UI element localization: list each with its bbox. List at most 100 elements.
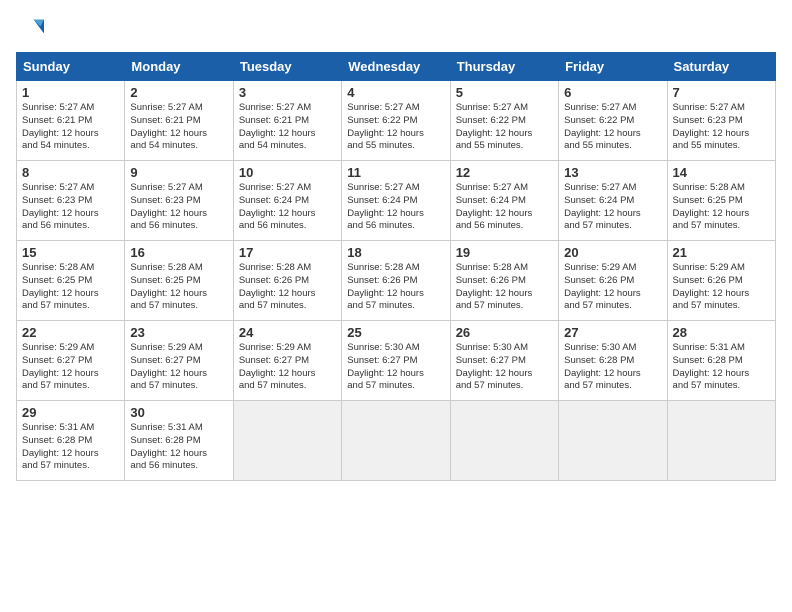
day-info: Sunrise: 5:27 AM Sunset: 6:24 PM Dayligh…: [564, 182, 661, 233]
calendar-day: 5Sunrise: 5:27 AM Sunset: 6:22 PM Daylig…: [450, 81, 558, 161]
day-number: 9: [130, 165, 227, 180]
day-number: 12: [456, 165, 553, 180]
day-info: Sunrise: 5:27 AM Sunset: 6:23 PM Dayligh…: [673, 102, 770, 153]
calendar-day: 12 Sunrise: 5:27 AM Sunset: 6:24 PM Dayli…: [450, 161, 558, 241]
day-number: 29: [22, 405, 119, 420]
day-number: 27: [564, 325, 661, 340]
day-info: Sunrise: 5:27 AM Sunset: 6:21 PM Dayligh…: [239, 102, 336, 153]
calendar-day: 26 Sunrise: 5:30 AM Sunset: 6:27 PM Dayli…: [450, 321, 558, 401]
calendar-day: 30Sunrise: 5:31 AM Sunset: 6:28 PM Dayli…: [125, 401, 233, 481]
day-number: 13: [564, 165, 661, 180]
day-number: 1: [22, 85, 119, 100]
calendar-day: 16Sunrise: 5:28 AM Sunset: 6:25 PM Dayli…: [125, 241, 233, 321]
calendar-day: 18 Sunrise: 5:28 AM Sunset: 6:26 PM Dayli…: [342, 241, 450, 321]
day-number: 5: [456, 85, 553, 100]
day-number: 19: [456, 245, 553, 260]
logo-icon: [16, 16, 44, 44]
day-info: Sunrise: 5:31 AM Sunset: 6:28 PM Dayligh…: [22, 422, 119, 473]
day-number: 28: [673, 325, 770, 340]
day-number: 25: [347, 325, 444, 340]
day-number: 26: [456, 325, 553, 340]
calendar-week-5: 29 Sunrise: 5:31 AM Sunset: 6:28 PM Dayli…: [17, 401, 776, 481]
calendar-day: 27 Sunrise: 5:30 AM Sunset: 6:28 PM Dayli…: [559, 321, 667, 401]
day-number: 21: [673, 245, 770, 260]
calendar-week-2: 8 Sunrise: 5:27 AM Sunset: 6:23 PM Daylig…: [17, 161, 776, 241]
calendar-day: 24Sunrise: 5:29 AM Sunset: 6:27 PM Dayli…: [233, 321, 341, 401]
calendar-table: SundayMondayTuesdayWednesdayThursdayFrid…: [16, 52, 776, 481]
day-info: Sunrise: 5:27 AM Sunset: 6:22 PM Dayligh…: [564, 102, 661, 153]
calendar-day: 6 Sunrise: 5:27 AM Sunset: 6:22 PM Daylig…: [559, 81, 667, 161]
day-header-monday: Monday: [125, 53, 233, 81]
day-number: 14: [673, 165, 770, 180]
day-info: Sunrise: 5:27 AM Sunset: 6:24 PM Dayligh…: [239, 182, 336, 233]
day-header-thursday: Thursday: [450, 53, 558, 81]
day-number: 22: [22, 325, 119, 340]
day-info: Sunrise: 5:27 AM Sunset: 6:24 PM Dayligh…: [456, 182, 553, 233]
calendar-day: 1 Sunrise: 5:27 AM Sunset: 6:21 PM Daylig…: [17, 81, 125, 161]
day-info: Sunrise: 5:27 AM Sunset: 6:21 PM Dayligh…: [22, 102, 119, 153]
calendar-day: 23 Sunrise: 5:29 AM Sunset: 6:27 PM Dayli…: [125, 321, 233, 401]
day-number: 20: [564, 245, 661, 260]
calendar-day: 4 Sunrise: 5:27 AM Sunset: 6:22 PM Daylig…: [342, 81, 450, 161]
calendar-day: 2 Sunrise: 5:27 AM Sunset: 6:21 PM Daylig…: [125, 81, 233, 161]
day-number: 6: [564, 85, 661, 100]
day-number: 10: [239, 165, 336, 180]
day-number: 17: [239, 245, 336, 260]
day-info: Sunrise: 5:28 AM Sunset: 6:25 PM Dayligh…: [22, 262, 119, 313]
calendar-day: [450, 401, 558, 481]
day-number: 16: [130, 245, 227, 260]
day-info: Sunrise: 5:27 AM Sunset: 6:22 PM Dayligh…: [347, 102, 444, 153]
day-info: Sunrise: 5:31 AM Sunset: 6:28 PM Dayligh…: [130, 422, 227, 473]
day-info: Sunrise: 5:31 AM Sunset: 6:28 PM Dayligh…: [673, 342, 770, 393]
day-number: 2: [130, 85, 227, 100]
calendar-day: [233, 401, 341, 481]
day-info: Sunrise: 5:28 AM Sunset: 6:26 PM Dayligh…: [347, 262, 444, 313]
day-info: Sunrise: 5:29 AM Sunset: 6:26 PM Dayligh…: [673, 262, 770, 313]
header: [16, 16, 776, 44]
day-info: Sunrise: 5:29 AM Sunset: 6:26 PM Dayligh…: [564, 262, 661, 313]
day-info: Sunrise: 5:27 AM Sunset: 6:23 PM Dayligh…: [22, 182, 119, 233]
calendar-week-1: 1 Sunrise: 5:27 AM Sunset: 6:21 PM Daylig…: [17, 81, 776, 161]
day-header-sunday: Sunday: [17, 53, 125, 81]
calendar-day: 21 Sunrise: 5:29 AM Sunset: 6:26 PM Dayli…: [667, 241, 775, 321]
calendar-day: 10 Sunrise: 5:27 AM Sunset: 6:24 PM Dayli…: [233, 161, 341, 241]
calendar-day: 3Sunrise: 5:27 AM Sunset: 6:21 PM Daylig…: [233, 81, 341, 161]
day-info: Sunrise: 5:28 AM Sunset: 6:26 PM Dayligh…: [456, 262, 553, 313]
day-number: 15: [22, 245, 119, 260]
day-number: 24: [239, 325, 336, 340]
day-number: 7: [673, 85, 770, 100]
calendar-day: 17 Sunrise: 5:28 AM Sunset: 6:26 PM Dayli…: [233, 241, 341, 321]
calendar-day: 13 Sunrise: 5:27 AM Sunset: 6:24 PM Dayli…: [559, 161, 667, 241]
day-header-tuesday: Tuesday: [233, 53, 341, 81]
calendar-day: 20 Sunrise: 5:29 AM Sunset: 6:26 PM Dayli…: [559, 241, 667, 321]
calendar-day: 22 Sunrise: 5:29 AM Sunset: 6:27 PM Dayli…: [17, 321, 125, 401]
calendar-day: 19 Sunrise: 5:28 AM Sunset: 6:26 PM Dayli…: [450, 241, 558, 321]
day-info: Sunrise: 5:27 AM Sunset: 6:23 PM Dayligh…: [130, 182, 227, 233]
day-info: Sunrise: 5:28 AM Sunset: 6:25 PM Dayligh…: [673, 182, 770, 233]
day-info: Sunrise: 5:30 AM Sunset: 6:27 PM Dayligh…: [347, 342, 444, 393]
day-info: Sunrise: 5:29 AM Sunset: 6:27 PM Dayligh…: [22, 342, 119, 393]
logo: [16, 16, 44, 44]
day-number: 11: [347, 165, 444, 180]
day-number: 4: [347, 85, 444, 100]
calendar-day: 7 Sunrise: 5:27 AM Sunset: 6:23 PM Daylig…: [667, 81, 775, 161]
day-number: 23: [130, 325, 227, 340]
day-info: Sunrise: 5:30 AM Sunset: 6:28 PM Dayligh…: [564, 342, 661, 393]
day-number: 8: [22, 165, 119, 180]
calendar-week-4: 22 Sunrise: 5:29 AM Sunset: 6:27 PM Dayli…: [17, 321, 776, 401]
calendar-day: 8 Sunrise: 5:27 AM Sunset: 6:23 PM Daylig…: [17, 161, 125, 241]
day-info: Sunrise: 5:27 AM Sunset: 6:21 PM Dayligh…: [130, 102, 227, 153]
day-info: Sunrise: 5:27 AM Sunset: 6:24 PM Dayligh…: [347, 182, 444, 233]
calendar-week-3: 15 Sunrise: 5:28 AM Sunset: 6:25 PM Dayli…: [17, 241, 776, 321]
calendar-day: 28 Sunrise: 5:31 AM Sunset: 6:28 PM Dayli…: [667, 321, 775, 401]
day-info: Sunrise: 5:29 AM Sunset: 6:27 PM Dayligh…: [130, 342, 227, 393]
day-info: Sunrise: 5:28 AM Sunset: 6:26 PM Dayligh…: [239, 262, 336, 313]
day-header-saturday: Saturday: [667, 53, 775, 81]
calendar-day: 25 Sunrise: 5:30 AM Sunset: 6:27 PM Dayli…: [342, 321, 450, 401]
calendar-day: [559, 401, 667, 481]
calendar-day: 15 Sunrise: 5:28 AM Sunset: 6:25 PM Dayli…: [17, 241, 125, 321]
day-info: Sunrise: 5:30 AM Sunset: 6:27 PM Dayligh…: [456, 342, 553, 393]
day-number: 18: [347, 245, 444, 260]
calendar-day: [342, 401, 450, 481]
day-header-wednesday: Wednesday: [342, 53, 450, 81]
